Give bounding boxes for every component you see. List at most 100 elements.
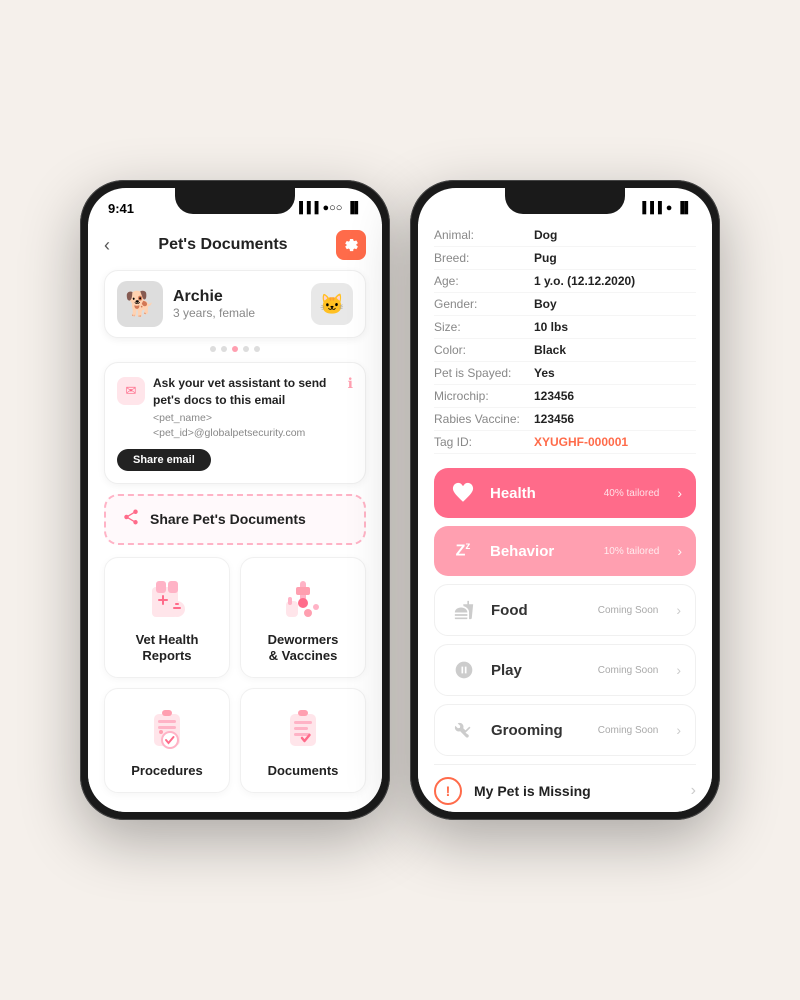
email-address: <pet_name><pet_id>@globalpetsecurity.com (153, 411, 340, 440)
dewormers-vaccines-card[interactable]: Dewormers& Vaccines (240, 557, 366, 679)
play-chevron: › (676, 662, 681, 678)
email-icon: ✉ (117, 377, 145, 405)
dot-3-active[interactable] (232, 346, 238, 352)
missing-chevron: › (691, 782, 696, 800)
grooming-chevron: › (676, 722, 681, 738)
play-category[interactable]: Play Coming Soon › (434, 644, 696, 696)
documents-card[interactable]: Documents (240, 688, 366, 793)
value-rabies: 123456 (534, 412, 574, 426)
value-animal: Dog (534, 228, 557, 242)
dot-4[interactable] (243, 346, 249, 352)
info-row-breed: Breed: Pug (434, 247, 696, 270)
label-spayed: Pet is Spayed: (434, 366, 534, 380)
missing-pet-row[interactable]: ! My Pet is Missing › (434, 764, 696, 812)
page-title: Pet's Documents (158, 236, 287, 254)
status-icons-2: ▐▐▐ ● ▐▌ (638, 202, 692, 214)
share-email-button[interactable]: Share email (117, 449, 211, 471)
value-breed: Pug (534, 251, 557, 265)
notch-1 (175, 188, 295, 214)
value-age: 1 y.o. (12.12.2020) (534, 274, 635, 288)
nav-bar: ‹ Pet's Documents (104, 224, 366, 270)
label-microchip: Microchip: (434, 389, 534, 403)
procedure-icon (141, 703, 193, 755)
dot-1[interactable] (210, 346, 216, 352)
behavior-category[interactable]: Zz Behavior 10% tailored › (434, 526, 696, 576)
label-color: Color: (434, 343, 534, 357)
documents-icon (277, 703, 329, 755)
battery-icon-2: ▐▌ (676, 202, 692, 214)
missing-pet-label: My Pet is Missing (474, 783, 679, 799)
behavior-chevron: › (677, 543, 682, 559)
health-tailored: 40% tailored (604, 488, 660, 499)
grooming-label: Grooming (491, 722, 586, 739)
value-tagid: XYUGHF-000001 (534, 435, 628, 449)
pet-name: Archie (173, 288, 255, 306)
behavior-label: Behavior (490, 543, 592, 560)
gear-icon (343, 237, 359, 253)
dot-5[interactable] (254, 346, 260, 352)
wifi-icon-2: ● (666, 202, 673, 214)
label-breed: Breed: (434, 251, 534, 265)
label-rabies: Rabies Vaccine: (434, 412, 534, 426)
phone-1: 9:41 ▐▐▐ ●○○ ▐▌ ‹ Pet's Documents (80, 180, 390, 820)
deworm-icon (277, 572, 329, 624)
share-docs-banner[interactable]: Share Pet's Documents (104, 494, 366, 545)
food-chevron: › (676, 602, 681, 618)
signal-icon-2: ▐▐▐ (638, 202, 661, 214)
pet-card[interactable]: 🐕 Archie 3 years, female 🐱 (104, 270, 366, 338)
vet-health-label: Vet HealthReports (136, 632, 199, 666)
pet-avatar-main: 🐕 (117, 281, 163, 327)
food-label: Food (491, 602, 586, 619)
info-row-gender: Gender: Boy (434, 293, 696, 316)
sleep-icon: Zz (456, 541, 471, 560)
health-chevron: › (677, 485, 682, 501)
info-row-spayed: Pet is Spayed: Yes (434, 362, 696, 385)
procedures-card[interactable]: Procedures (104, 688, 230, 793)
back-button[interactable]: ‹ (104, 235, 110, 256)
play-tailored: Coming Soon (598, 665, 659, 676)
notch-2 (505, 188, 625, 214)
value-size: 10 lbs (534, 320, 568, 334)
health-icon (448, 478, 478, 508)
food-category[interactable]: Food Coming Soon › (434, 584, 696, 636)
label-age: Age: (434, 274, 534, 288)
settings-button[interactable] (336, 230, 366, 260)
phone-2: ▐▐▐ ● ▐▌ Animal: Dog Breed: P (410, 180, 720, 820)
share-docs-label: Share Pet's Documents (150, 511, 306, 527)
battery-icon: ▐▌ (346, 202, 362, 214)
vet-health-reports-card[interactable]: Vet HealthReports (104, 557, 230, 679)
pet-details: Archie 3 years, female (173, 288, 255, 320)
label-tagid: Tag ID: (434, 435, 534, 449)
carousel-dots (104, 346, 366, 352)
cat-emoji: 🐱 (320, 292, 345, 317)
value-color: Black (534, 343, 566, 357)
feature-grid: Vet HealthReports (104, 557, 366, 794)
info-row-size: Size: 10 lbs (434, 316, 696, 339)
food-tailored: Coming Soon (598, 605, 659, 616)
info-row-color: Color: Black (434, 339, 696, 362)
info-row-age: Age: 1 y.o. (12.12.2020) (434, 270, 696, 293)
value-gender: Boy (534, 297, 557, 311)
food-icon (449, 595, 479, 625)
play-icon (449, 655, 479, 685)
grooming-icon (449, 715, 479, 745)
info-icon[interactable]: ℹ (348, 375, 353, 392)
share-docs-icon (122, 508, 140, 531)
info-row-tagid: Tag ID: XYUGHF-000001 (434, 431, 696, 454)
label-size: Size: (434, 320, 534, 334)
health-label: Health (490, 485, 592, 502)
documents-label: Documents (268, 763, 339, 780)
dot-2[interactable] (221, 346, 227, 352)
health-category[interactable]: Health 40% tailored › (434, 468, 696, 518)
pet-avatar-secondary[interactable]: 🐱 (311, 283, 353, 325)
label-gender: Gender: (434, 297, 534, 311)
pet-age: 3 years, female (173, 306, 255, 320)
signal-icon: ▐▐▐ (295, 202, 318, 214)
value-microchip: 123456 (534, 389, 574, 403)
info-row-animal: Animal: Dog (434, 224, 696, 247)
warning-icon: ! (434, 777, 462, 805)
email-share-box: ✉ Ask your vet assistant to send pet's d… (104, 362, 366, 484)
grooming-category[interactable]: Grooming Coming Soon › (434, 704, 696, 756)
grooming-tailored: Coming Soon (598, 725, 659, 736)
value-spayed: Yes (534, 366, 555, 380)
